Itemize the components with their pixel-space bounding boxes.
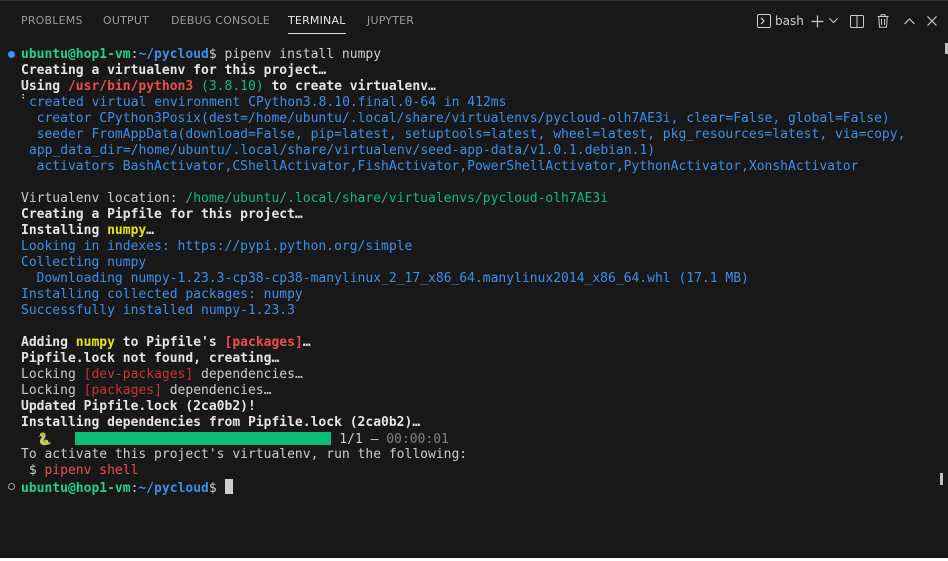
prompt-path: ~/pycloud [138, 481, 209, 496]
prompt-user-host: ubuntu@hop1-vm [21, 481, 131, 496]
terminal-line: Downloading numpy-1.23.3-cp38-cp38-manyl… [21, 271, 749, 286]
text-segment: to Pipfile's [114, 335, 225, 350]
progress-time: 00:00:01 [386, 432, 449, 447]
progress-count: 1/1 — [339, 432, 387, 447]
panel-tab-bar: PROBLEMS OUTPUT DEBUG CONSOLE TERMINAL J… [0, 0, 948, 40]
install-progress-line: 🐍 1/1 — 00:00:01 [37, 431, 449, 447]
text-segment: dependencies… [193, 367, 303, 382]
terminal-line: Collecting numpy [21, 255, 147, 270]
section-name: [dev-packages] [83, 367, 194, 382]
tab-debug-console[interactable]: DEBUG CONSOLE [171, 14, 270, 30]
terminal-line: Installing collected packages: numpy [21, 287, 303, 302]
terminal-icon [757, 14, 771, 28]
terminal-line: Locking [packages] dependencies… [21, 383, 271, 399]
activate-command: pipenv shell [44, 463, 139, 478]
text-segment: dependencies… [161, 383, 272, 398]
text-segment: … [146, 223, 155, 238]
terminal-line: Adding numpy to Pipfile's [packages]… [21, 335, 311, 351]
terminal-line: $ pipenv shell [21, 463, 139, 479]
terminal-line: Creating a Pipfile for this project… [21, 207, 303, 222]
terminal-cursor [224, 479, 233, 494]
split-icon[interactable] [850, 10, 864, 32]
section-name: [packages] [83, 383, 162, 398]
command-success-decoration[interactable] [8, 51, 15, 58]
command-text: pipenv install numpy [224, 47, 382, 62]
terminal-line: Installing numpy… [21, 223, 154, 239]
terminal-line: Installing dependencies from Pipfile.loc… [21, 415, 421, 430]
text-segment: Adding [21, 335, 76, 350]
prompt-user-host: ubuntu@hop1-vm [21, 47, 131, 62]
progress-dots: ⠃ [21, 94, 29, 105]
chevron-down-icon[interactable] [828, 10, 838, 32]
prompt-dollar: $ [208, 47, 225, 62]
package-name: numpy [75, 335, 115, 350]
virtualenv-path: /home/ubuntu/.local/share/virtualenvs/py… [185, 191, 609, 206]
terminal-line: created virtual environment CPython3.8.1… [29, 95, 507, 110]
terminal-panel: PROBLEMS OUTPUT DEBUG CONSOLE TERMINAL J… [0, 0, 948, 558]
terminal-line: Virtualenv location: /home/ubuntu/.local… [21, 191, 608, 207]
tab-terminal[interactable]: TERMINAL [288, 14, 346, 34]
close-icon[interactable] [926, 10, 938, 32]
terminal-line: creator CPython3Posix(dest=/home/ubuntu/… [21, 111, 890, 126]
text-segment: Virtualenv location: [21, 191, 186, 206]
terminal-line: activators BashActivator,CShellActivator… [21, 159, 859, 174]
terminal-line: seeder FromAppData(download=False, pip=l… [21, 127, 906, 142]
tab-output[interactable]: OUTPUT [103, 14, 149, 30]
text-segment: Locking [21, 367, 84, 382]
text-segment: Installing [21, 223, 108, 238]
trash-icon[interactable] [876, 10, 889, 32]
text-segment: Locking [21, 383, 84, 398]
text-segment: to create virtualenv… [263, 79, 436, 94]
terminal-line: Creating a virtualenv for this project… [21, 63, 327, 78]
text-segment: $ [21, 463, 45, 478]
section-name: [packages] [224, 335, 303, 350]
tab-jupyter[interactable]: JUPYTER [367, 14, 414, 30]
scrollbar-bottom-marker[interactable] [940, 473, 943, 485]
terminal-output[interactable]: ubuntu@hop1-vm:~/pycloud$ pipenv install… [0, 46, 940, 546]
terminal-line: Updated Pipfile.lock (2ca0b2)! [21, 399, 256, 414]
terminal-line: Locking [dev-packages] dependencies… [21, 367, 303, 383]
add-icon[interactable] [810, 10, 824, 32]
package-name: numpy [107, 223, 147, 238]
terminal-profile-button[interactable]: bash [757, 10, 805, 32]
terminal-line-command: ubuntu@hop1-vm:~/pycloud$ pipenv install… [21, 47, 381, 63]
chevron-up-icon[interactable] [903, 10, 915, 32]
terminal-line: Using /usr/bin/python3 (3.8.10) to creat… [21, 79, 436, 95]
prompt-path: ~/pycloud [138, 47, 209, 62]
command-pending-decoration[interactable] [8, 483, 15, 490]
terminal-line: Looking in indexes: https://pypi.python.… [21, 239, 413, 254]
tab-problems[interactable]: PROBLEMS [21, 14, 83, 30]
terminal-line-prompt: ubuntu@hop1-vm:~/pycloud$ [21, 479, 233, 496]
terminal-line: Successfully installed numpy-1.23.3 [21, 303, 295, 318]
terminal-line: Pipfile.lock not found, creating… [21, 351, 280, 366]
python-version: (3.8.10) [193, 79, 264, 94]
active-tab-indicator [288, 33, 346, 34]
terminal-shell-label: bash [775, 14, 804, 28]
terminal-line: To activate this project's virtualenv, r… [21, 447, 468, 462]
text-segment: Using [21, 79, 68, 94]
tab-terminal-label: TERMINAL [288, 14, 346, 27]
snake-icon: 🐍 [37, 432, 52, 446]
terminal-line: app_data_dir=/home/ubuntu/.local/share/v… [29, 143, 656, 158]
prompt-dollar: $ [208, 481, 225, 496]
text-segment: … [302, 335, 311, 350]
python-path: /usr/bin/python3 [67, 79, 194, 94]
progress-bar [75, 432, 332, 445]
